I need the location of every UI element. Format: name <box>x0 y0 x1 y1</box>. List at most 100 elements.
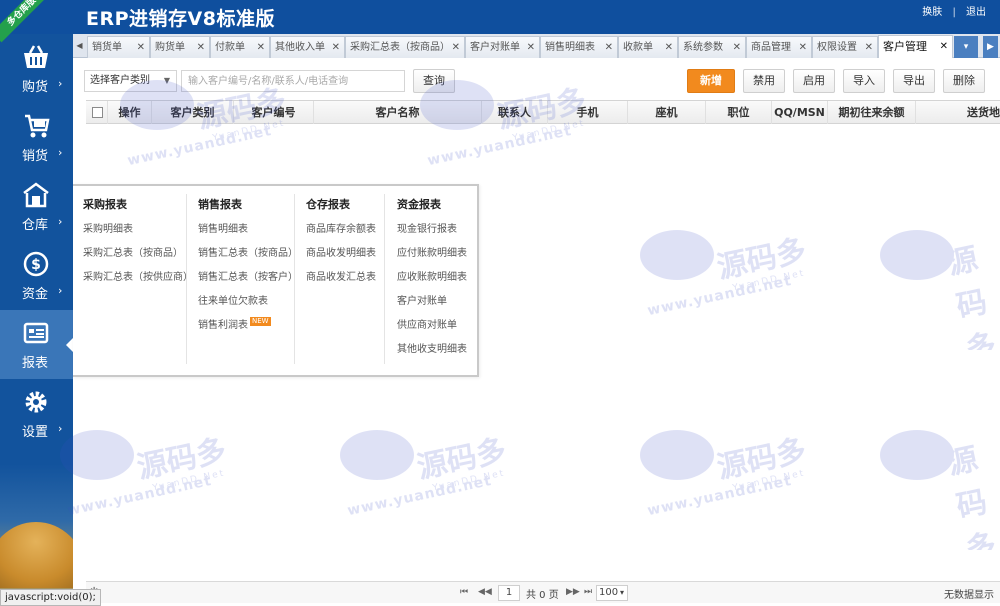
haystack-image <box>0 522 73 588</box>
tab-receipt[interactable]: 收款单 ✕ <box>618 36 678 58</box>
sidebar-item-sales[interactable]: 销货 › <box>0 103 73 172</box>
report-link[interactable]: 销售汇总表（按客户） <box>198 266 298 290</box>
tab-payment[interactable]: 付款单 ✕ <box>210 36 270 58</box>
page-number-input[interactable]: 1 <box>498 585 520 601</box>
enable-button[interactable]: 启用 <box>793 69 835 93</box>
report-link-profit[interactable]: 销售利润表 NEW <box>198 314 294 338</box>
chevron-right-icon: › <box>58 215 63 228</box>
new-button[interactable]: 新增 <box>687 69 735 93</box>
chevron-down-icon: ▼ <box>163 76 170 85</box>
close-icon[interactable]: ✕ <box>257 37 265 58</box>
column-header[interactable]: 期初往来余额 <box>828 101 916 124</box>
tab-label: 采购汇总表（按商品） <box>350 42 450 53</box>
report-link[interactable]: 采购明细表 <box>83 218 183 242</box>
close-icon[interactable]: ✕ <box>733 37 741 58</box>
column-header[interactable]: 客户编号 <box>234 101 314 124</box>
column-header[interactable]: 座机 <box>628 101 706 124</box>
column-header[interactable]: QQ/MSN <box>772 101 828 124</box>
next-page-icon[interactable]: ▶▶ <box>566 587 580 597</box>
close-icon[interactable]: ✕ <box>865 37 873 58</box>
tab-label: 客户管理 <box>883 40 927 53</box>
column-header[interactable]: 手机 <box>548 101 628 124</box>
change-skin-link[interactable]: 换肤 <box>922 3 942 18</box>
report-link[interactable]: 销售汇总表（按商品） <box>198 242 298 266</box>
close-icon[interactable]: ✕ <box>665 37 673 58</box>
search-button[interactable]: 查询 <box>413 69 455 93</box>
report-link[interactable]: 销售明细表 <box>198 218 294 242</box>
tab-label: 购货单 <box>155 42 185 53</box>
report-link[interactable]: 商品收发汇总表 <box>306 266 384 290</box>
tab-customer-management[interactable]: 客户管理 ✕ <box>878 35 953 59</box>
column-header[interactable]: 操作 <box>108 101 152 124</box>
report-flyout-menu: 采购报表 采购明细表 采购汇总表（按商品） 采购汇总表（按供应商） 销售报表 销… <box>73 184 479 377</box>
close-icon[interactable]: ✕ <box>799 37 807 58</box>
report-link[interactable]: 其他收支明细表 <box>397 338 474 362</box>
sidebar-item-reports[interactable]: 报表 <box>0 310 73 379</box>
report-link[interactable]: 现金银行报表 <box>397 218 474 242</box>
close-icon[interactable]: ✕ <box>197 37 205 58</box>
tab-purchase-summary[interactable]: 采购汇总表（按商品） ✕ <box>345 36 465 58</box>
export-button[interactable]: 导出 <box>893 69 935 93</box>
column-header[interactable]: 客户类别 <box>152 101 234 124</box>
page-size-value: 100 <box>599 587 619 598</box>
app-window: ERP进销存V8标准版 换肤 | 退出 购货 › 销货 › 仓库 › $ 资金 … <box>0 0 1000 606</box>
report-column-inventory: 仓存报表 商品库存余额表 商品收发明细表 商品收发汇总表 <box>294 194 384 364</box>
sidebar-item-funds[interactable]: $ 资金 › <box>0 241 73 310</box>
tab-purchase-order[interactable]: 购货单 ✕ <box>150 36 210 58</box>
grid-footer: ✲ ⏮ ◀◀ 1 共 0 页 ▶▶ ⏭ 100▾ 无数据显示 <box>86 581 1000 603</box>
tab-sales-order[interactable]: 销货单 ✕ <box>87 36 150 58</box>
search-input[interactable] <box>181 70 405 92</box>
sidebar-item-settings[interactable]: 设置 › <box>0 379 73 448</box>
report-link[interactable]: 商品库存余额表 <box>306 218 384 242</box>
logout-link[interactable]: 退出 <box>966 3 986 18</box>
tab-product-management[interactable]: 商品管理 ✕ <box>746 36 812 58</box>
tab-scroll-right-icon[interactable]: ▶ <box>983 36 998 58</box>
report-link[interactable]: 应收账款明细表 <box>397 266 474 290</box>
tab-dropdown-icon[interactable]: ▾ <box>954 36 978 58</box>
warehouse-icon <box>23 182 49 208</box>
tab-system-params[interactable]: 系统参数 ✕ <box>678 36 746 58</box>
report-column-title: 资金报表 <box>397 198 441 211</box>
report-link[interactable]: 应付账款明细表 <box>397 242 474 266</box>
report-column-funds: 资金报表 现金银行报表 应付账款明细表 应收账款明细表 客户对账单 供应商对账单… <box>384 194 474 364</box>
report-link[interactable]: 客户对账单 <box>397 290 474 314</box>
close-icon[interactable]: ✕ <box>332 37 340 58</box>
tab-other-income[interactable]: 其他收入单 ✕ <box>270 36 345 58</box>
report-link[interactable]: 商品收发明细表 <box>306 242 384 266</box>
report-link[interactable]: 往来单位欠款表 <box>198 290 294 314</box>
close-icon[interactable]: ✕ <box>452 37 460 58</box>
report-column-sales: 销售报表 销售明细表 销售汇总表（按商品） 销售汇总表（按客户） 往来单位欠款表… <box>186 194 298 364</box>
column-header[interactable]: 联系人 <box>482 101 548 124</box>
report-link[interactable]: 采购汇总表（按供应商） <box>83 266 193 290</box>
first-page-icon[interactable]: ⏮ <box>460 587 468 597</box>
close-icon[interactable]: ✕ <box>940 36 948 57</box>
customer-category-select[interactable]: 选择客户类别 ▼ <box>84 70 177 92</box>
column-header[interactable]: 职位 <box>706 101 772 124</box>
sidebar-item-purchase[interactable]: 购货 › <box>0 34 73 103</box>
report-link[interactable]: 采购汇总表（按商品） <box>83 242 183 266</box>
tab-scroll-left-icon[interactable]: ◀ <box>73 34 86 58</box>
prev-page-icon[interactable]: ◀◀ <box>478 587 492 597</box>
column-header[interactable]: 客户名称 <box>314 101 482 124</box>
close-icon[interactable]: ✕ <box>605 37 613 58</box>
tab-customer-statement[interactable]: 客户对账单 ✕ <box>465 36 540 58</box>
last-page-icon[interactable]: ⏭ <box>584 587 592 597</box>
new-badge: NEW <box>250 317 271 326</box>
tab-sales-detail[interactable]: 销售明细表 ✕ <box>540 36 618 58</box>
select-all-checkbox[interactable] <box>92 107 103 118</box>
report-link[interactable]: 供应商对账单 <box>397 314 474 338</box>
cart-icon <box>25 114 50 138</box>
chevron-right-icon: › <box>58 146 63 159</box>
delete-button[interactable]: 删除 <box>943 69 985 93</box>
close-icon[interactable]: ✕ <box>137 37 145 58</box>
column-header[interactable]: 送货地 <box>916 101 1000 124</box>
import-button[interactable]: 导入 <box>843 69 885 93</box>
tab-label: 收款单 <box>623 42 653 53</box>
page-size-select[interactable]: 100 ▾ <box>596 585 628 601</box>
tab-label: 系统参数 <box>683 42 723 53</box>
disable-button[interactable]: 禁用 <box>743 69 785 93</box>
sidebar-item-warehouse[interactable]: 仓库 › <box>0 172 73 241</box>
tab-permission-settings[interactable]: 权限设置 ✕ <box>812 36 878 58</box>
close-icon[interactable]: ✕ <box>527 37 535 58</box>
chevron-right-icon: › <box>58 422 63 435</box>
